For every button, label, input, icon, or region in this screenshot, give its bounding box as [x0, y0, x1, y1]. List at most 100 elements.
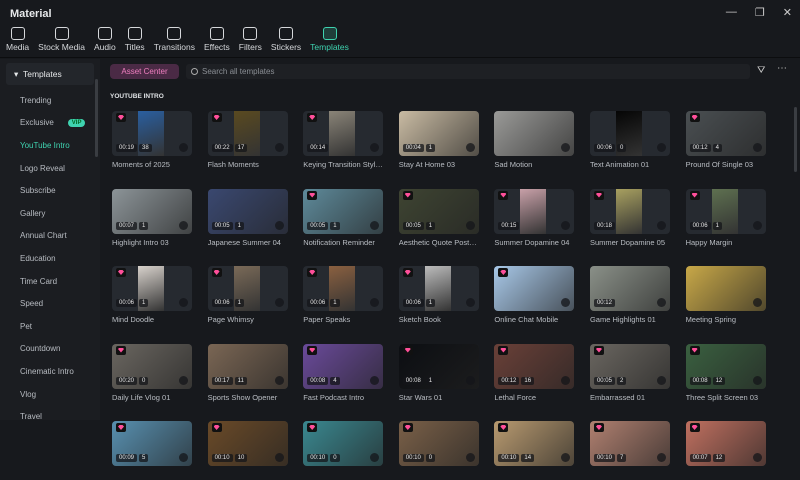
template-thumbnail[interactable]: 00:06 1 — [207, 266, 288, 311]
asset-center-button[interactable]: Asset Center — [110, 64, 179, 79]
template-thumbnail[interactable]: 00:08 12 — [685, 343, 766, 389]
sidebar-item-annual-chart[interactable]: Annual Chart — [0, 225, 100, 248]
sidebar-scrollbar[interactable] — [95, 79, 98, 157]
sidebar-item-trending[interactable]: Trending — [0, 89, 100, 112]
template-thumbnail[interactable] — [685, 266, 766, 311]
download-icon[interactable] — [179, 298, 188, 307]
download-icon[interactable] — [179, 220, 188, 230]
download-icon[interactable] — [179, 453, 188, 462]
template-thumbnail[interactable]: 00:12 — [589, 266, 670, 311]
template-card[interactable]: 00:14 Keying Transition Style... — [303, 111, 384, 170]
download-icon[interactable] — [465, 375, 475, 385]
template-thumbnail[interactable]: 00:18 — [589, 188, 670, 234]
sidebar-header-templates[interactable]: ▾ Templates — [6, 63, 94, 85]
template-card[interactable]: 00:08 1 Star Wars 01 — [398, 343, 479, 403]
template-card[interactable]: 00:05 1 Notification Reminder — [303, 188, 384, 248]
tab-audio[interactable]: Audio — [94, 27, 116, 57]
template-card[interactable]: 00:12 16 Lethal Force — [494, 343, 575, 403]
template-card[interactable]: 00:19 38 Moments of 2025 — [112, 111, 192, 170]
template-thumbnail[interactable]: 00:09 5 — [112, 421, 192, 466]
template-card[interactable]: Sad Motion — [494, 111, 575, 170]
template-card[interactable]: 00:06 1 Mind Doodle — [112, 266, 192, 325]
download-icon[interactable] — [656, 453, 666, 462]
sidebar-item-pet[interactable]: Pet — [0, 315, 100, 338]
template-card[interactable]: 00:07 1 Highlight Intro 03 — [112, 188, 192, 248]
template-thumbnail[interactable]: 00:14 — [303, 111, 384, 156]
maximize-button[interactable]: ❐ — [755, 6, 765, 19]
template-thumbnail[interactable]: 00:20 0 — [112, 343, 192, 389]
download-icon[interactable] — [465, 298, 475, 307]
download-icon[interactable] — [179, 143, 188, 152]
template-card[interactable]: 00:06 1 Happy Margin — [685, 188, 766, 248]
download-icon[interactable] — [274, 298, 284, 307]
sidebar-item-exclusive[interactable]: Exclusive VIP — [0, 112, 100, 135]
template-card[interactable]: Meeting Spring — [685, 266, 766, 325]
sidebar-item-logo-reveal[interactable]: Logo Reveal — [0, 157, 100, 180]
download-icon[interactable] — [752, 220, 762, 230]
template-card[interactable]: 00:10 14 — [494, 421, 575, 480]
sidebar-item-subscribe[interactable]: Subscribe — [0, 179, 100, 202]
template-card[interactable]: 00:07 12 — [685, 421, 766, 480]
tab-stock-media[interactable]: Stock Media — [38, 27, 85, 57]
sidebar-item-time-card[interactable]: Time Card — [0, 270, 100, 293]
more-options-icon[interactable]: ⋯ — [777, 63, 787, 74]
template-thumbnail[interactable] — [494, 111, 575, 156]
sidebar-item-youtube-intro[interactable]: YouTube Intro — [0, 134, 100, 157]
template-thumbnail[interactable]: 00:04 1 — [398, 111, 479, 156]
template-thumbnail[interactable]: 00:15 — [494, 188, 575, 234]
template-card[interactable]: 00:20 0 Daily Life Vlog 01 — [112, 343, 192, 403]
tab-templates[interactable]: Templates — [310, 27, 349, 57]
tab-titles[interactable]: Titles — [125, 27, 145, 57]
download-icon[interactable] — [656, 143, 666, 152]
download-icon[interactable] — [465, 453, 475, 462]
tab-media[interactable]: Media — [6, 27, 29, 57]
template-card[interactable]: 00:05 1 Japanese Summer 04 — [207, 188, 288, 248]
close-button[interactable]: ✕ — [783, 6, 792, 19]
download-icon[interactable] — [752, 375, 762, 385]
sidebar-item-countdown[interactable]: Countdown — [0, 338, 100, 361]
download-icon[interactable] — [274, 453, 284, 462]
download-icon[interactable] — [561, 220, 571, 230]
download-icon[interactable] — [465, 220, 475, 230]
template-thumbnail[interactable]: 00:12 16 — [494, 343, 575, 389]
template-card[interactable]: 00:06 1 Page Whimsy — [207, 266, 288, 325]
download-icon[interactable] — [370, 220, 380, 230]
sidebar-item-cinematic-intro[interactable]: Cinematic Intro — [0, 360, 100, 383]
main-scrollbar[interactable] — [794, 107, 797, 172]
template-thumbnail[interactable]: 00:08 4 — [303, 343, 384, 389]
search-input[interactable]: Search all templates — [186, 64, 750, 79]
template-thumbnail[interactable]: 00:10 0 — [398, 421, 479, 466]
sidebar-item-gallery[interactable]: Gallery — [0, 202, 100, 225]
download-icon[interactable] — [752, 143, 762, 152]
template-card[interactable]: 00:17 11 Sports Show Opener — [207, 343, 288, 403]
template-card[interactable]: 00:06 0 Text Animation 01 — [589, 111, 670, 170]
template-card[interactable]: 00:09 5 — [112, 421, 192, 480]
template-card[interactable]: 00:08 4 Fast Podcast Intro — [303, 343, 384, 403]
template-thumbnail[interactable]: 00:19 38 — [112, 111, 192, 156]
download-icon[interactable] — [656, 298, 666, 307]
tab-filters[interactable]: Filters — [239, 27, 262, 57]
template-thumbnail[interactable]: 00:05 1 — [207, 188, 288, 234]
template-thumbnail[interactable]: 00:07 1 — [112, 188, 192, 234]
template-thumbnail[interactable]: 00:05 2 — [589, 343, 670, 389]
download-icon[interactable] — [465, 143, 475, 152]
download-icon[interactable] — [179, 375, 188, 385]
template-thumbnail[interactable]: 00:10 7 — [589, 421, 670, 466]
template-card[interactable]: 00:22 17 Flash Moments — [207, 111, 288, 170]
minimize-button[interactable]: — — [726, 6, 737, 19]
template-thumbnail[interactable]: 00:10 0 — [303, 421, 384, 466]
sidebar-item-travel[interactable]: Travel — [0, 405, 100, 428]
download-icon[interactable] — [656, 220, 666, 230]
download-icon[interactable] — [370, 375, 380, 385]
sidebar-item-vlog[interactable]: Vlog — [0, 383, 100, 406]
download-icon[interactable] — [370, 298, 380, 307]
template-thumbnail[interactable]: 00:07 12 — [685, 421, 766, 466]
template-card[interactable]: 00:06 1 Paper Speaks — [303, 266, 384, 325]
download-icon[interactable] — [752, 298, 762, 307]
template-thumbnail[interactable]: 00:12 4 — [685, 111, 766, 156]
template-card[interactable]: Online Chat Mobile — [494, 266, 575, 325]
template-card[interactable]: 00:10 7 — [589, 421, 670, 480]
template-thumbnail[interactable]: 00:10 10 — [207, 421, 288, 466]
template-card[interactable]: 00:06 1 Sketch Book — [398, 266, 479, 325]
template-thumbnail[interactable]: 00:06 1 — [112, 266, 192, 311]
